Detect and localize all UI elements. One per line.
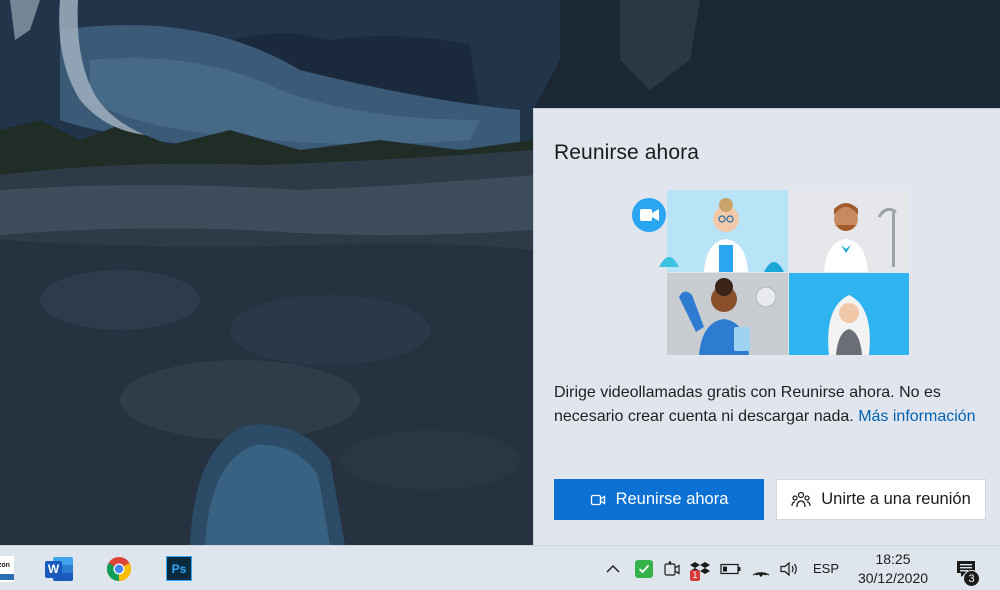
taskbar-app-photoshop[interactable]: Ps [158, 546, 200, 590]
tray-security-app[interactable] [632, 546, 656, 590]
video-camera-icon [590, 492, 606, 508]
tray-dropbox[interactable]: 1 [688, 546, 712, 590]
tray-battery[interactable] [718, 546, 744, 590]
battery-icon [720, 563, 741, 574]
join-meeting-button[interactable]: Unirte a una reunión [776, 479, 986, 520]
green-check-icon [635, 559, 653, 578]
meet-now-flyout: Reunirse ahora Dirige videollamadas grat… [533, 108, 1000, 545]
flyout-title: Reunirse ahora [554, 141, 699, 164]
tray-volume[interactable] [776, 546, 802, 590]
tray-meet-now[interactable] [660, 546, 684, 590]
clock[interactable]: 18:25 30/12/2020 [842, 546, 944, 590]
tray-network[interactable] [748, 546, 774, 590]
wifi-icon [752, 571, 770, 577]
amazon-icon-label: azon [0, 561, 10, 569]
taskbar-app-word[interactable]: W [38, 546, 80, 590]
show-hidden-icons-button[interactable] [602, 546, 624, 590]
chevron-up-icon [606, 564, 620, 572]
amazon-icon: azon [0, 555, 14, 582]
join-meeting-label: Unirte a una reunión [821, 490, 971, 508]
flyout-description: Dirige videollamadas gratis con Reunirse… [554, 381, 984, 428]
clock-date: 30/12/2020 [857, 569, 929, 586]
input-language-indicator[interactable]: ESP [806, 546, 846, 590]
meet-now-button[interactable]: Reunirse ahora [554, 479, 764, 520]
people-group-icon [791, 491, 811, 509]
dropbox-badge: 1 [690, 569, 700, 581]
photoshop-icon: Ps [166, 556, 192, 581]
meet-now-icon [664, 560, 680, 576]
taskbar-app-amazon[interactable]: azon [0, 546, 14, 590]
taskbar: azon W Ps [0, 545, 1000, 590]
meet-now-label: Reunirse ahora [615, 490, 729, 508]
clock-time: 18:25 [875, 550, 911, 567]
chrome-icon [106, 556, 132, 581]
video-call-illustration [624, 187, 914, 359]
taskbar-app-chrome[interactable] [98, 546, 140, 590]
notification-count-badge: 3 [963, 570, 980, 587]
word-icon: W [45, 556, 73, 581]
more-info-link[interactable]: Más información [858, 408, 975, 425]
speaker-icon [780, 561, 797, 576]
